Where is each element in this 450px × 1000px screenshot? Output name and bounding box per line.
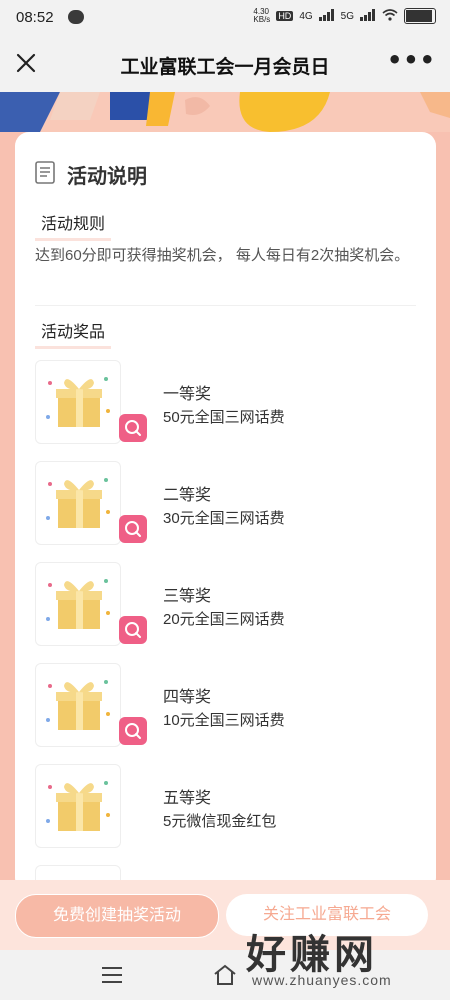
prize-name: 一等奖 <box>163 386 212 403</box>
prize-item[interactable]: 三等奖 20元全国三网话费 <box>35 562 415 648</box>
gift-box-image[interactable] <box>35 764 121 848</box>
site-watermark: 好赚网 www.zhuanyes.com <box>238 920 448 1000</box>
network-4g-label: 4G <box>299 10 313 22</box>
page-title: 工业富联工会一月会员日 <box>120 57 330 78</box>
magnify-icon[interactable] <box>119 616 147 644</box>
prize-desc: 50元全国三网话费 <box>163 409 285 426</box>
gift-box-image[interactable] <box>35 562 121 646</box>
wechat-notification-icon <box>68 10 84 24</box>
prize-desc: 5元微信现金红包 <box>163 813 277 830</box>
status-icons: 4.30 KB/s HD 4G 5G <box>253 8 436 24</box>
document-icon <box>35 160 57 189</box>
magnify-icon[interactable] <box>119 515 147 543</box>
rules-text: 达到60分即可获得抽奖机会， 每人每日有2次抽奖机会。 <box>35 247 410 264</box>
prize-desc: 30元全国三网话费 <box>163 510 285 527</box>
magnify-icon[interactable] <box>119 717 147 745</box>
home-icon[interactable] <box>212 963 238 991</box>
hd-icon: HD <box>276 11 294 21</box>
network-5g-label: 5G <box>340 10 354 22</box>
prize-item[interactable]: 一等奖 50元全国三网话费 <box>35 360 415 446</box>
prize-desc: 20元全国三网话费 <box>163 611 285 628</box>
activity-heading: 活动说明 <box>35 160 147 189</box>
prize-name: 二等奖 <box>163 487 212 504</box>
prize-desc: 10元全国三网话费 <box>163 712 285 729</box>
activity-card: 活动说明 活动规则 达到60分即可获得抽奖机会， 每人每日有2次抽奖机会。 活动… <box>15 132 436 892</box>
gift-box-image[interactable] <box>35 360 121 444</box>
magnify-icon[interactable] <box>119 414 147 442</box>
more-options-icon[interactable]: ••• <box>387 46 436 74</box>
signal-icon-2 <box>360 8 376 24</box>
status-bar: 08:52 4.30 KB/s HD 4G 5G <box>0 0 450 36</box>
prize-name: 五等奖 <box>163 790 212 807</box>
activity-heading-label: 活动说明 <box>67 166 147 188</box>
status-time: 08:52 <box>16 9 54 26</box>
prize-item[interactable]: 四等奖 10元全国三网话费 <box>35 663 415 749</box>
prize-item[interactable]: 二等奖 30元全国三网话费 <box>35 461 415 547</box>
banner-illustration <box>0 92 450 132</box>
rules-label: 活动规则 <box>35 210 112 241</box>
divider <box>35 305 416 306</box>
wifi-icon <box>382 8 398 24</box>
prize-name: 四等奖 <box>163 689 212 706</box>
gift-box-image[interactable] <box>35 663 121 747</box>
net-speed: 4.30 KB/s <box>253 7 271 24</box>
free-create-lottery-button[interactable]: 免费创建抽奖活动 <box>15 894 219 938</box>
watermark-url: www.zhuanyes.com <box>252 972 392 988</box>
menu-icon[interactable] <box>100 965 124 989</box>
gift-box-image[interactable] <box>35 461 121 545</box>
title-bar: 工业富联工会一月会员日 ••• <box>0 36 450 93</box>
prizes-label: 活动奖品 <box>35 318 112 349</box>
prize-item[interactable]: 五等奖 5元微信现金红包 <box>35 764 415 850</box>
battery-icon <box>404 8 436 24</box>
signal-icon <box>318 8 335 24</box>
prize-name: 三等奖 <box>163 588 212 605</box>
